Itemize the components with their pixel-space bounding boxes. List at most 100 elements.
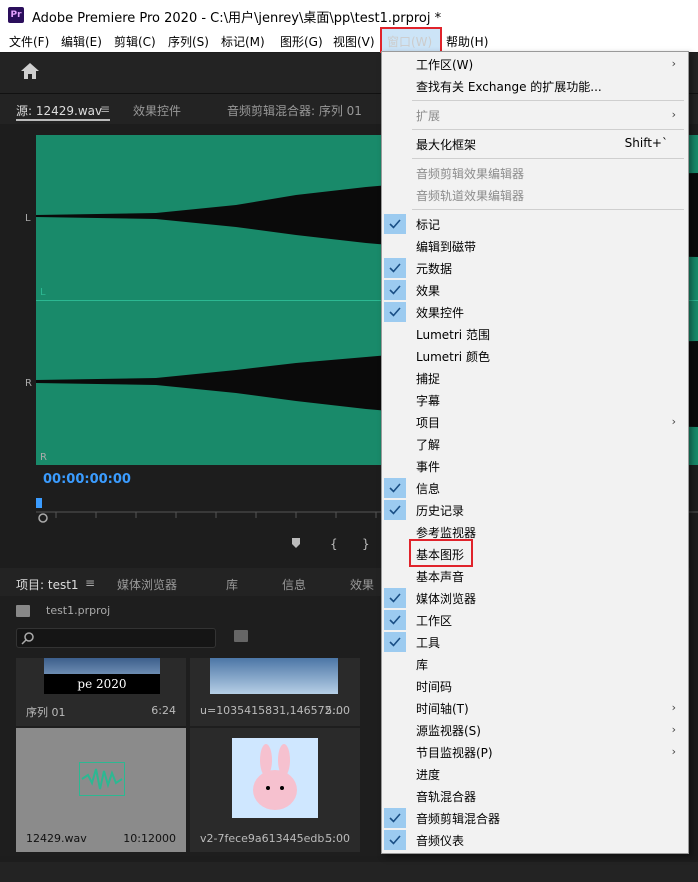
menu-item-label: 媒体浏览器 [416, 592, 477, 606]
menu-window[interactable]: 窗口(W) [380, 27, 442, 53]
window-menu-item[interactable]: 音频剪辑混合器 [382, 807, 688, 829]
transport-controls: { } [0, 530, 380, 558]
window-menu-item[interactable]: Lumetri 范围 [382, 323, 688, 345]
menu-item-label: 编辑到磁带 [416, 240, 477, 254]
window-menu-item[interactable]: 库 [382, 653, 688, 675]
window-menu-item[interactable]: 事件 [382, 455, 688, 477]
window-menu-item[interactable]: 编辑到磁带 [382, 235, 688, 257]
menu-item-label: 元数据 [416, 262, 453, 276]
tab-info[interactable]: 信息 [282, 576, 306, 593]
menu-bar: 文件(F) 编辑(E) 剪辑(C) 序列(S) 标记(M) 图形(G) 视图(V… [0, 30, 698, 52]
menu-item-label: 效果 [416, 284, 441, 298]
window-menu-item[interactable]: 历史记录 [382, 499, 688, 521]
tab-project[interactable]: 项目: test1 [16, 576, 79, 593]
window-menu-item[interactable]: 标记 [382, 213, 688, 235]
project-item-audio[interactable]: 12429.wav 10:12000 [16, 728, 186, 852]
menu-item-label: 基本声音 [416, 570, 465, 584]
menu-item-label: 扩展 [416, 109, 441, 123]
mark-out-icon[interactable] [358, 534, 370, 550]
window-menu-item[interactable]: 工具 [382, 631, 688, 653]
menu-item-label: Lumetri 范围 [416, 328, 490, 342]
home-icon[interactable] [20, 62, 40, 80]
tab-effect-controls[interactable]: 效果控件 [133, 102, 181, 119]
window-menu-item[interactable]: 信息 [382, 477, 688, 499]
chevron-right-icon: › [671, 57, 676, 70]
menu-help[interactable]: 帮助(H) [446, 33, 488, 50]
cartoon-rabbit-image [232, 738, 318, 818]
window-menu-item[interactable]: 时间轴(T) › [382, 697, 688, 719]
window-menu-item[interactable]: Lumetri 颜色 [382, 345, 688, 367]
window-menu-item[interactable]: 字幕 [382, 389, 688, 411]
tab-libraries[interactable]: 库 [226, 576, 238, 593]
menu-item-label: 音频轨道效果编辑器 [416, 189, 525, 203]
chevron-right-icon: › [671, 415, 676, 428]
tab-media-browser[interactable]: 媒体浏览器 [117, 576, 177, 593]
timeline-edge [690, 560, 698, 860]
tab-audio-clip-mixer[interactable]: 音频剪辑混合器: 序列 01 [227, 102, 362, 119]
menu-separator [412, 129, 684, 130]
menu-item-label: 音频剪辑效果编辑器 [416, 167, 525, 181]
menu-file[interactable]: 文件(F) [9, 33, 49, 50]
window-menu-item[interactable]: 项目 › [382, 411, 688, 433]
menu-clip[interactable]: 剪辑(C) [114, 33, 156, 50]
window-menu-item[interactable]: 元数据 [382, 257, 688, 279]
tab-source[interactable]: 源: 12429.wav [16, 102, 102, 119]
window-menu-item: 音频剪辑效果编辑器 [382, 162, 688, 184]
item-duration: 6:24 [151, 704, 176, 717]
menu-item-label: 音轨混合器 [416, 790, 477, 804]
window-menu-item[interactable]: 进度 [382, 763, 688, 785]
tab-effects[interactable]: 效果 [350, 576, 374, 593]
menu-marker[interactable]: 标记(M) [221, 33, 265, 50]
new-bin-search-icon[interactable] [234, 630, 248, 642]
menu-window-label: 窗口(W) [387, 35, 433, 49]
window-menu-item[interactable]: 工作区 [382, 609, 688, 631]
menu-separator [412, 100, 684, 101]
menu-item-label: 音频仪表 [416, 834, 465, 848]
folder-icon [16, 605, 30, 617]
highlight-box [409, 539, 473, 567]
window-menu-item[interactable]: 了解 [382, 433, 688, 455]
window-menu-item[interactable]: 时间码 [382, 675, 688, 697]
menu-item-label: 工具 [416, 636, 441, 650]
project-search-input[interactable] [16, 628, 216, 648]
sequence-thumb-text: pe 2020 [44, 674, 160, 694]
window-menu-item[interactable]: 节目监视器(P) › [382, 741, 688, 763]
menu-item-label: 节目监视器(P) [416, 746, 493, 760]
window-menu-item[interactable]: 查找有关 Exchange 的扩展功能... [382, 75, 688, 97]
add-marker-icon[interactable] [290, 534, 302, 550]
project-item-sequence[interactable]: pe 2020 序列 01 6:24 [16, 658, 186, 726]
menu-graphics[interactable]: 图形(G) [280, 33, 323, 50]
window-menu-item[interactable]: 源监视器(S) › [382, 719, 688, 741]
checkmark-icon [384, 478, 406, 498]
window-menu-item[interactable]: 最大化框架 Shift+` [382, 133, 688, 155]
menu-item-label: 时间轴(T) [416, 702, 469, 716]
checkmark-icon [384, 500, 406, 520]
window-menu-item[interactable]: 效果控件 [382, 301, 688, 323]
project-item-image-2[interactable]: v2-7fece9a613445edb… 5:00 [190, 728, 360, 852]
window-menu-item[interactable]: 工作区(W) › [382, 53, 688, 75]
menu-edit[interactable]: 编辑(E) [61, 33, 102, 50]
window-menu-item: 扩展 › [382, 104, 688, 126]
project-item-image-1[interactable]: u=1035415831,146572… 5:00 [190, 658, 360, 726]
source-timecode[interactable]: 00:00:00:00 [43, 472, 131, 487]
panel-menu-icon[interactable]: ≡ [85, 576, 95, 590]
chevron-right-icon: › [671, 108, 676, 121]
window-menu-item: 音频轨道效果编辑器 [382, 184, 688, 206]
menu-item-label: 工作区(W) [416, 58, 474, 72]
mark-in-icon[interactable] [326, 534, 338, 550]
panel-menu-icon[interactable]: ≡ [100, 102, 110, 116]
item-name: 序列 01 [26, 706, 66, 719]
menu-sequence[interactable]: 序列(S) [168, 33, 209, 50]
window-menu-item[interactable]: 音频仪表 [382, 829, 688, 851]
item-duration: 10:12000 [123, 832, 176, 845]
menu-separator [412, 209, 684, 210]
menu-item-label: 时间码 [416, 680, 453, 694]
window-menu-item[interactable]: 音轨混合器 [382, 785, 688, 807]
window-menu-item[interactable]: 效果 [382, 279, 688, 301]
window-menu-item[interactable]: 基本声音 [382, 565, 688, 587]
menu-view[interactable]: 视图(V) [333, 33, 375, 50]
window-menu-item[interactable]: 捕捉 [382, 367, 688, 389]
chevron-right-icon: › [671, 745, 676, 758]
window-menu-item[interactable]: 媒体浏览器 [382, 587, 688, 609]
title-bar: Pr Adobe Premiere Pro 2020 - C:\用户\jenre… [0, 0, 698, 30]
